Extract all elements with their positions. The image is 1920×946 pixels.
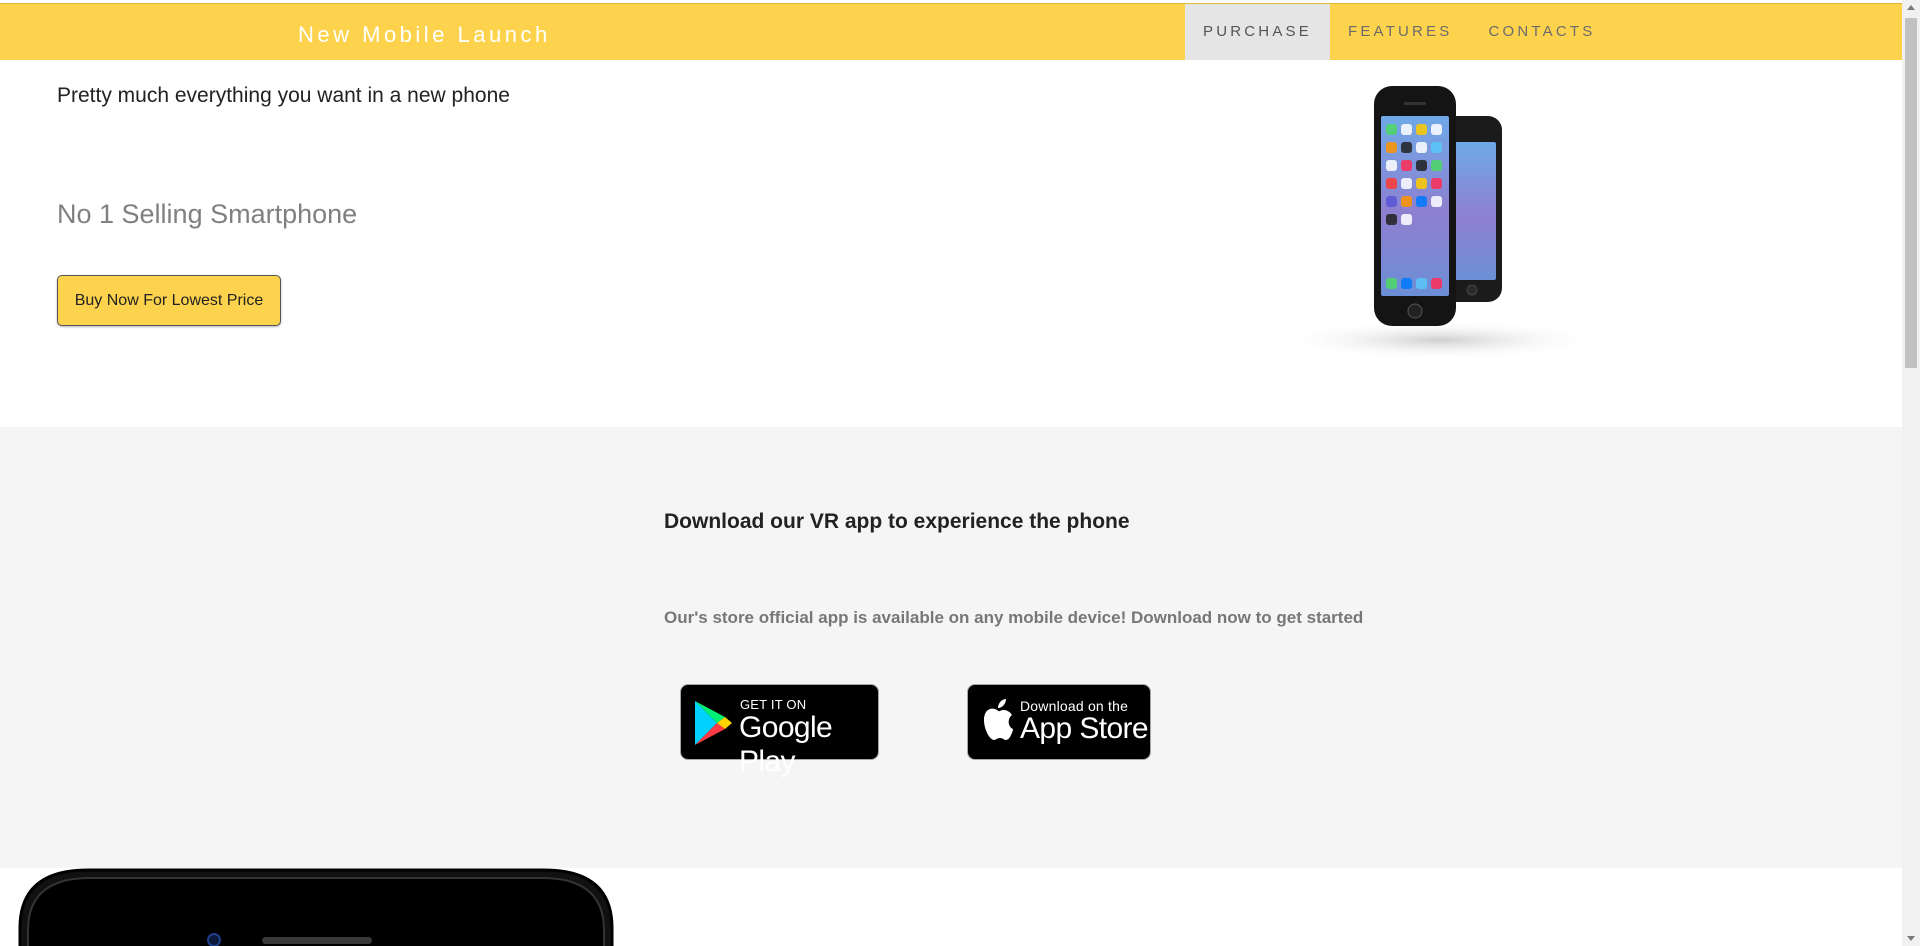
apple-icon [984,699,1013,740]
download-description: Our's store official app is available on… [664,608,1364,627]
google-play-icon [695,701,732,745]
page-scrollbar[interactable] [1902,0,1920,946]
nav-item-contacts[interactable]: CONTACTS [1470,4,1613,60]
download-title: Download our VR app to experience the ph… [664,510,1130,533]
google-play-badge[interactable]: GET IT ON Google Play [680,684,879,778]
download-section: Download our VR app to experience the ph… [0,427,1902,868]
phones-image [1275,86,1605,360]
scroll-up-arrow-icon[interactable] [1907,5,1915,10]
app-store-badge[interactable]: Download on the App Store [967,684,1151,760]
nav-item-features[interactable]: FEATURES [1330,4,1471,60]
apple-badge-big-text: App Store [1020,712,1149,745]
buy-now-button[interactable]: Buy Now For Lowest Price [57,275,281,326]
scroll-down-arrow-icon[interactable] [1907,936,1915,941]
google-badge-big-text: Google Play [739,711,833,778]
brand-title[interactable]: New Mobile Launch [298,22,551,48]
scroll-thumb[interactable] [1905,18,1917,368]
page: New Mobile Launch PURCHASE FEATURES CONT… [0,0,1902,946]
nav-menu: PURCHASE FEATURES CONTACTS [1185,4,1613,60]
nav-item-purchase[interactable]: PURCHASE [1185,4,1330,60]
google-badge-small-text: GET IT ON [740,697,807,712]
hero-subtitle: No 1 Selling Smartphone [57,199,358,229]
navbar: New Mobile Launch PURCHASE FEATURES CONT… [0,3,1902,60]
phone-bottom-image [18,868,614,946]
hero-tagline: Pretty much everything you want in a new… [57,84,510,107]
